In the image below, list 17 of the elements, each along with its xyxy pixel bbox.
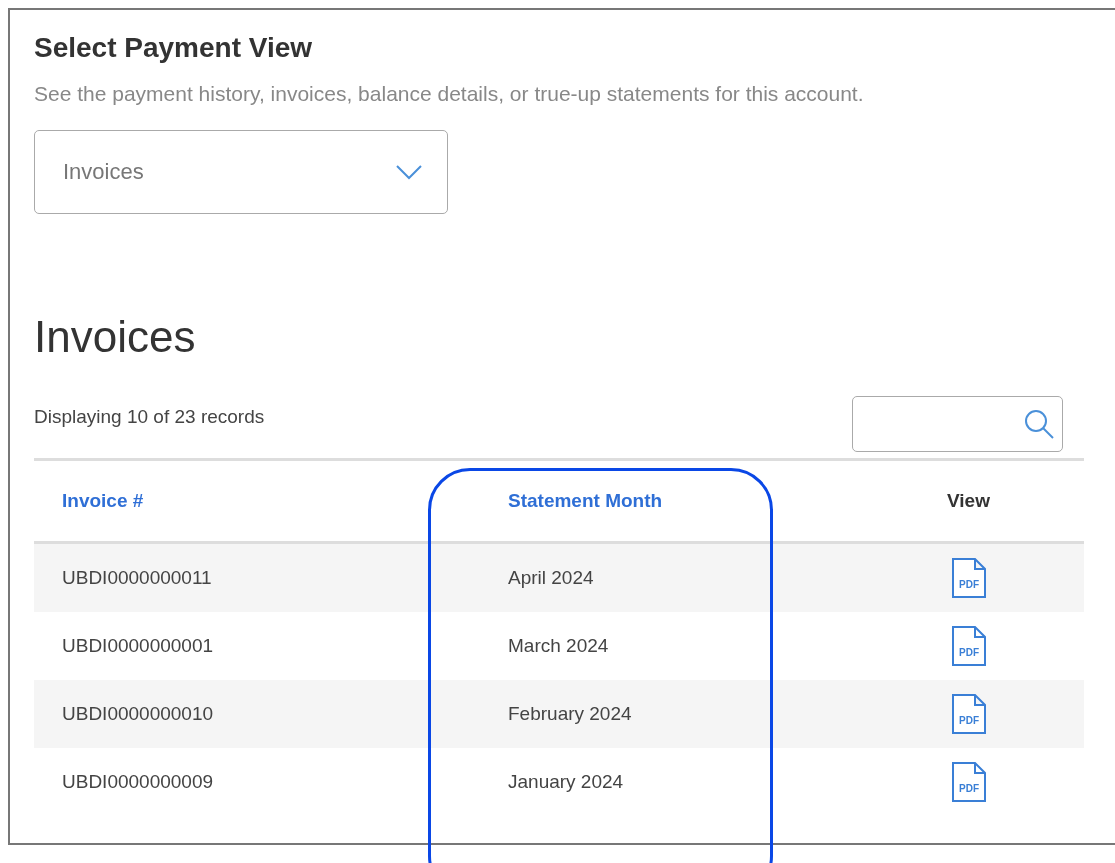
- table-cell: UBDI0000000010: [34, 680, 480, 748]
- table-cell: March 2024: [480, 612, 854, 680]
- table-cell: UBDI0000000011: [34, 542, 480, 612]
- page-description: See the payment history, invoices, balance details, or true-up statements for this account.: [34, 82, 865, 106]
- table-cell: February 2024: [480, 680, 854, 748]
- chevron-down-icon: [395, 164, 423, 180]
- table-cell: UBDI0000000001: [34, 612, 480, 680]
- search-icon: [1022, 407, 1056, 441]
- section-heading: Invoices: [34, 312, 197, 362]
- view-dropdown[interactable]: Invoices: [34, 130, 448, 214]
- search-field[interactable]: [852, 396, 1063, 452]
- page-heading: Select Payment View: [34, 32, 314, 64]
- table-cell: UBDI0000000009: [34, 748, 480, 816]
- table-cell: April 2024: [480, 542, 854, 612]
- record-count: Displaying 10 of 23 records: [34, 406, 265, 428]
- table-cell: January 2024: [480, 748, 854, 816]
- dropdown-value: Invoices: [63, 159, 144, 185]
